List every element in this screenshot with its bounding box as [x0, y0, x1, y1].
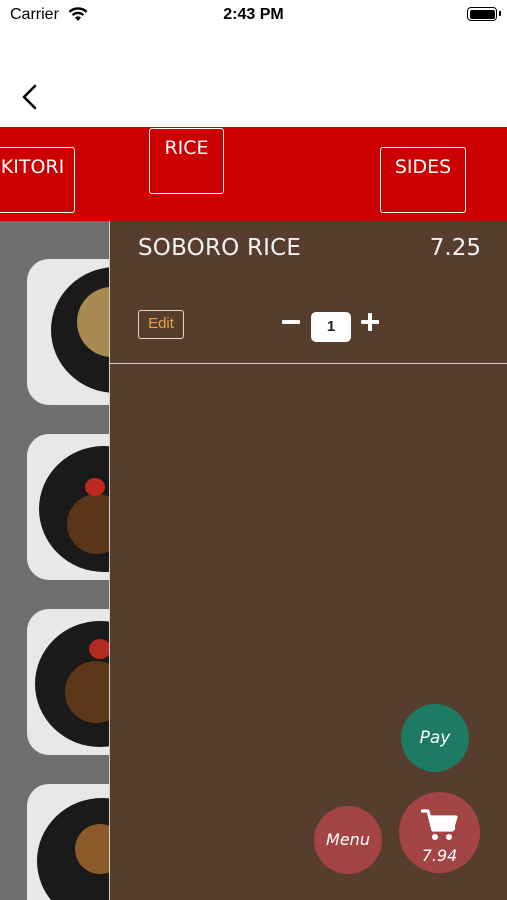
- navigation-bar: [0, 34, 507, 127]
- quantity-field[interactable]: 1: [311, 312, 351, 342]
- increase-quantity-button[interactable]: [360, 311, 380, 333]
- edit-button[interactable]: Edit: [138, 310, 184, 339]
- cart-item-name: SOBORO RICE: [138, 235, 302, 261]
- food-image-detail: [85, 478, 105, 496]
- menu-item-card[interactable]: [27, 434, 110, 580]
- category-tab-rice[interactable]: RICE: [149, 128, 224, 194]
- shopping-cart-icon: [421, 809, 458, 840]
- category-tab-kitori[interactable]: KITORI: [0, 147, 75, 213]
- category-tab-sides[interactable]: SIDES: [380, 147, 466, 213]
- chevron-left-icon[interactable]: [18, 84, 44, 110]
- menu-item-card[interactable]: [27, 784, 110, 900]
- clock: 2:43 PM: [223, 6, 284, 23]
- battery-icon: [467, 7, 501, 21]
- status-bar: Carrier 2:43 PM: [0, 0, 507, 34]
- menu-item-card[interactable]: [27, 609, 110, 755]
- cart-item-price: 7.25: [429, 235, 481, 261]
- menu-button[interactable]: Menu: [314, 806, 382, 874]
- menu-item-card[interactable]: [27, 259, 110, 405]
- decrease-quantity-button[interactable]: [281, 311, 301, 333]
- menu-item-list: [0, 221, 110, 900]
- cart-button[interactable]: 7.94: [399, 792, 480, 873]
- category-bar: KITORI RICE SIDES: [0, 127, 507, 221]
- cart-total: 7.94: [421, 846, 458, 865]
- pay-button[interactable]: Pay: [401, 704, 469, 772]
- food-image-detail: [89, 639, 110, 659]
- cart-line-item: SOBORO RICE 7.25 Edit 1: [110, 221, 507, 364]
